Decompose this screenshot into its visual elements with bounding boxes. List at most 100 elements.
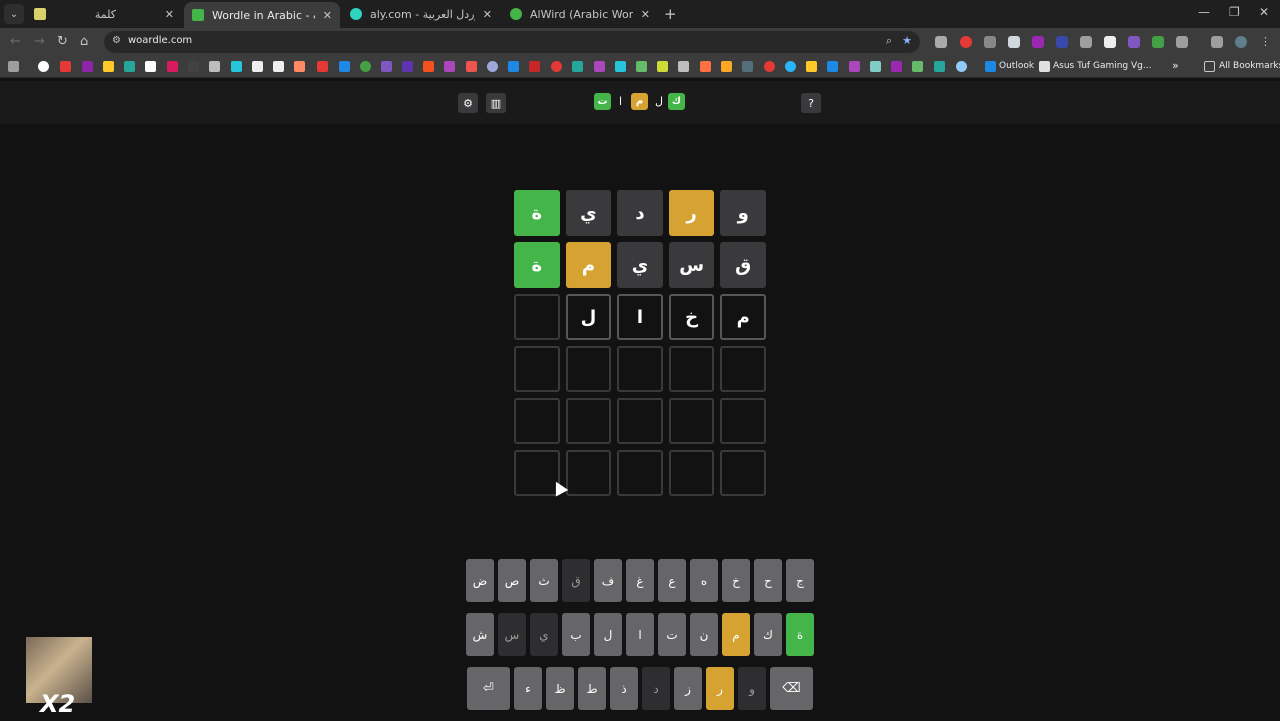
bookmark-icon[interactable] xyxy=(231,61,242,72)
bookmark-icon[interactable] xyxy=(678,61,689,72)
extensions-puzzle-icon[interactable] xyxy=(1176,36,1188,48)
tab-close-icon[interactable]: ✕ xyxy=(483,8,492,21)
bookmark-icon[interactable] xyxy=(209,61,220,72)
bookmark-icon[interactable] xyxy=(551,61,562,72)
tab-close-icon[interactable]: ✕ xyxy=(323,9,332,22)
all-bookmarks[interactable]: All Bookmarks xyxy=(1219,61,1280,71)
forward-icon[interactable]: → xyxy=(34,34,45,49)
key-letter[interactable]: ع xyxy=(658,559,686,602)
extension-icon[interactable] xyxy=(1104,36,1116,48)
site-info-icon[interactable]: ⚙ xyxy=(112,35,121,46)
bookmark-icon[interactable] xyxy=(721,61,732,72)
key-letter[interactable]: ط xyxy=(578,667,606,710)
key-letter[interactable]: د xyxy=(642,667,670,710)
stats-chart-icon[interactable]: ▥ xyxy=(486,93,506,113)
tab-search-chevron-icon[interactable]: ⌄ xyxy=(4,4,24,24)
bookmark-icon[interactable] xyxy=(402,61,413,72)
bookmark-youtube-icon[interactable] xyxy=(60,61,71,72)
bookmark-google-icon[interactable] xyxy=(38,61,49,72)
bookmark-icon[interactable] xyxy=(870,61,881,72)
apps-grid-icon[interactable] xyxy=(8,61,19,72)
enter-key[interactable]: ⏎ xyxy=(467,667,510,710)
download-icon[interactable] xyxy=(1211,36,1223,48)
key-letter[interactable]: ف xyxy=(594,559,622,602)
home-icon[interactable]: ⌂ xyxy=(80,34,88,49)
reload-icon[interactable]: ↻ xyxy=(57,34,68,49)
key-letter[interactable]: ا xyxy=(626,613,654,656)
extension-icon[interactable] xyxy=(984,36,996,48)
key-letter[interactable]: م xyxy=(722,613,750,656)
bookmark-icon[interactable] xyxy=(317,61,328,72)
key-letter[interactable]: خ xyxy=(722,559,750,602)
bookmark-icon[interactable] xyxy=(891,61,902,72)
tab-close-icon[interactable]: ✕ xyxy=(641,8,650,21)
url-text[interactable]: woardle.com xyxy=(128,35,192,46)
bookmark-icon[interactable] xyxy=(806,61,817,72)
bookmark-amazon-icon[interactable] xyxy=(1039,61,1050,72)
bookmark-icon[interactable] xyxy=(103,61,114,72)
tab-woardle[interactable]: Wordle in Arabic - كلمات ✕ xyxy=(184,2,340,28)
key-letter[interactable]: ظ xyxy=(546,667,574,710)
bookmark-icon[interactable] xyxy=(934,61,945,72)
key-letter[interactable]: ي xyxy=(530,613,558,656)
bookmark-outlook-icon[interactable] xyxy=(985,61,996,72)
bookmark-icon[interactable] xyxy=(615,61,626,72)
bookmark-icon[interactable] xyxy=(273,61,284,72)
key-letter[interactable]: ص xyxy=(498,559,526,602)
bookmarks-overflow-icon[interactable]: » xyxy=(1172,59,1179,72)
key-letter[interactable]: ن xyxy=(690,613,718,656)
key-letter[interactable]: ك xyxy=(754,613,782,656)
extension-icon[interactable] xyxy=(1128,36,1140,48)
minimize-icon[interactable]: — xyxy=(1198,5,1210,19)
key-letter[interactable]: ض xyxy=(466,559,494,602)
key-letter[interactable]: ق xyxy=(562,559,590,602)
back-icon[interactable]: ← xyxy=(10,34,21,49)
extension-icon[interactable] xyxy=(1008,36,1020,48)
restore-icon[interactable]: ❐ xyxy=(1229,5,1240,19)
bookmark-icon[interactable] xyxy=(636,61,647,72)
folder-icon[interactable] xyxy=(1204,61,1215,72)
key-letter[interactable]: ذ xyxy=(610,667,638,710)
key-letter[interactable]: ج xyxy=(786,559,814,602)
key-letter[interactable]: ح xyxy=(754,559,782,602)
bookmark-icon[interactable] xyxy=(466,61,477,72)
key-letter[interactable]: ة xyxy=(786,613,814,656)
bookmark-asus[interactable]: Asus Tuf Gaming Vg... xyxy=(1053,61,1151,71)
bookmark-icon[interactable] xyxy=(764,61,775,72)
key-letter[interactable]: س xyxy=(498,613,526,656)
bookmark-icon[interactable] xyxy=(508,61,519,72)
bookmark-icon[interactable] xyxy=(700,61,711,72)
key-letter[interactable]: ر xyxy=(706,667,734,710)
key-letter[interactable]: ه xyxy=(690,559,718,602)
bookmark-icon[interactable] xyxy=(529,61,540,72)
help-button[interactable]: ? xyxy=(801,93,821,113)
bookmark-icon[interactable] xyxy=(360,61,371,72)
bookmark-globe-icon[interactable] xyxy=(956,61,967,72)
key-letter[interactable]: ل xyxy=(594,613,622,656)
bookmark-icon[interactable] xyxy=(294,61,305,72)
bookmark-icon[interactable] xyxy=(912,61,923,72)
key-letter[interactable]: غ xyxy=(626,559,654,602)
bookmark-icon[interactable] xyxy=(167,61,178,72)
tab-kalimali[interactable]: aly.com - كلمالي - وردل العربية ✕ xyxy=(342,2,500,26)
mute-extension-icon[interactable] xyxy=(1080,36,1092,48)
settings-gear-icon[interactable]: ⚙ xyxy=(458,93,478,113)
bookmark-icon[interactable] xyxy=(742,61,753,72)
tab-close-icon[interactable]: ✕ xyxy=(165,8,174,21)
key-letter[interactable]: ب xyxy=(562,613,590,656)
bookmark-icon[interactable] xyxy=(827,61,838,72)
key-letter[interactable]: ت xyxy=(658,613,686,656)
bookmark-icon[interactable] xyxy=(145,61,156,72)
bookmark-star-icon[interactable]: ★ xyxy=(902,34,912,47)
extension-icon[interactable] xyxy=(1152,36,1164,48)
window-close-icon[interactable]: ✕ xyxy=(1259,5,1269,19)
bookmark-icon[interactable] xyxy=(82,61,93,72)
bookmark-icon[interactable] xyxy=(572,61,583,72)
bookmark-icon[interactable] xyxy=(785,61,796,72)
profile-avatar[interactable] xyxy=(1235,36,1247,48)
bookmark-icon[interactable] xyxy=(423,61,434,72)
tab-kalima[interactable]: كلمة ✕ xyxy=(26,2,182,26)
bookmark-icon[interactable] xyxy=(594,61,605,72)
extension-icon[interactable] xyxy=(1032,36,1044,48)
bookmark-icon[interactable] xyxy=(339,61,350,72)
